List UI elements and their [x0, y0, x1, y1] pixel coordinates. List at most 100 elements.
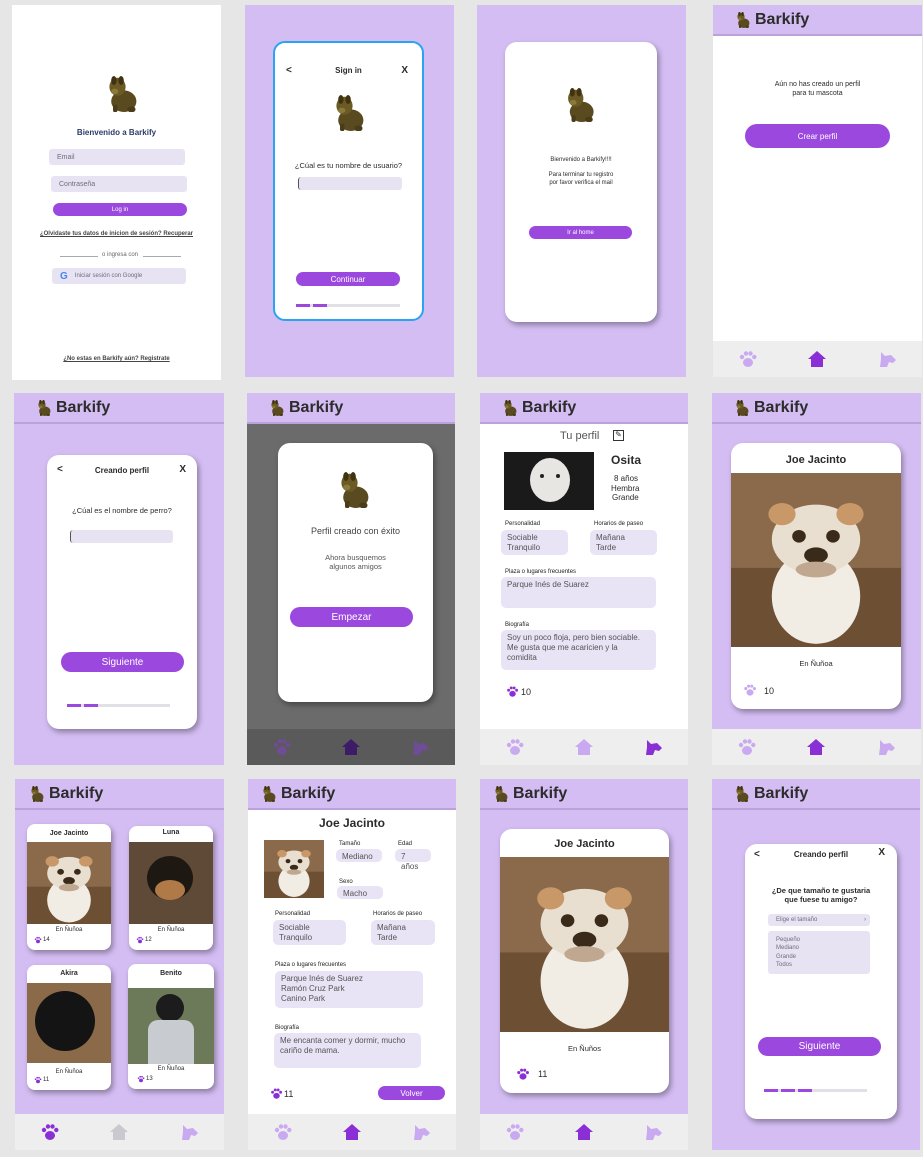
home-icon[interactable] [807, 349, 827, 369]
size-select[interactable]: Elige el tamaño › [768, 914, 870, 926]
success-line2: algunos amigos [329, 562, 382, 571]
app-header: Barkify [712, 393, 921, 424]
dog-name: Osita [611, 453, 642, 467]
dog-name-input[interactable] [70, 530, 173, 543]
size-title: Creando perfil [793, 850, 849, 859]
login-screen: Bienvenido a Barkify Email Contraseña Lo… [12, 5, 221, 380]
dog-photo [129, 842, 213, 924]
dog-photo [128, 988, 214, 1064]
walk-label: Horarios de paseo [373, 911, 423, 917]
google-login-button[interactable]: G Iniciar sesión con Google [52, 268, 186, 284]
dog-profile-icon[interactable] [411, 1122, 431, 1142]
dog-photo [731, 473, 901, 647]
dog-logo-icon [493, 785, 509, 803]
size-option[interactable]: Pequeño [776, 936, 800, 945]
register-link[interactable]: ¿No estas en Barkify aún? Registrate [12, 356, 221, 362]
bio-label: Biografía [275, 1025, 300, 1031]
dog-logo-icon [36, 399, 52, 417]
dog-profile-icon[interactable] [179, 1122, 199, 1142]
walk-pill: Mañana Tarde [371, 920, 435, 945]
dog-profile-icon[interactable] [643, 737, 663, 757]
friend-card[interactable]: Benito En Ñuñoa 13 [128, 964, 214, 1089]
verify-line2: Para terminar tu registro [548, 172, 614, 178]
bio-label: Biografía [505, 622, 530, 628]
dog-logo-icon [502, 399, 518, 417]
password-field[interactable]: Contraseña [51, 176, 187, 192]
username-input[interactable] [298, 177, 402, 190]
dog-profile-icon[interactable] [643, 1122, 663, 1142]
walk-label: Horarios de paseo [594, 521, 644, 527]
create-profile-button[interactable]: Crear perfil [745, 124, 890, 148]
size-option[interactable]: Todos [776, 961, 792, 970]
start-button[interactable]: Empezar [290, 607, 413, 627]
dog-sex: Hembra [611, 484, 640, 493]
paw-icon[interactable] [272, 737, 292, 757]
home-icon[interactable] [574, 1122, 594, 1142]
dog-photo [504, 452, 594, 510]
size-option[interactable]: Mediano [776, 944, 799, 953]
size-question-1: ¿De que tamaño te gustaria [771, 886, 871, 895]
paw-icon[interactable] [505, 1122, 525, 1142]
verify-welcome: Bienvenido a Barkify!!!! [550, 157, 612, 163]
match-location: En Ñuñoa [799, 659, 833, 668]
dog-logo-icon [331, 91, 367, 135]
personality-label: Personalidad [275, 911, 311, 917]
home-icon[interactable] [574, 737, 594, 757]
paw-count-icon [516, 1067, 530, 1081]
email-field[interactable]: Email [49, 149, 185, 165]
no-profile-line2: para tu mascota [792, 90, 843, 97]
match-location: En Ñuños [568, 1044, 601, 1053]
match-card[interactable]: Joe Jacinto En Ñuñoa 10 [731, 443, 901, 709]
go-home-button[interactable]: Ir al home [529, 226, 632, 239]
friend-card[interactable]: Joe Jacinto En Ñuñoa 14 [27, 824, 111, 950]
size-select-placeholder: Elige el tamaño [776, 917, 818, 923]
paw-count: 11 [284, 1089, 294, 1099]
signin-title: Sign in [335, 66, 362, 75]
age-pill: 7 años [395, 849, 431, 871]
next-button[interactable]: Siguiente [758, 1037, 881, 1056]
friend-card[interactable]: Luna En Ñuñoa 12 [129, 826, 213, 950]
paw-count-icon [270, 1087, 283, 1100]
walk-pill: Mañana Tarde [590, 530, 657, 555]
or-text: o ingresa con [102, 252, 139, 258]
divider-left [60, 256, 98, 257]
close-icon[interactable]: X [179, 464, 186, 475]
size-label: Tamaño [339, 841, 361, 847]
paw-icon[interactable] [273, 1122, 293, 1142]
edit-icon[interactable]: ✎ [613, 430, 624, 441]
home-icon[interactable] [342, 1122, 362, 1142]
match-card[interactable]: Joe Jacinto En Ñuños 11 [500, 829, 669, 1093]
paw-icon[interactable] [738, 349, 758, 369]
friend-card[interactable]: Akira En Ñuñoa 11 [27, 965, 111, 1090]
app-header: Barkify [480, 779, 688, 810]
dog-profile-icon[interactable] [876, 737, 896, 757]
dog-profile-icon[interactable] [877, 349, 897, 369]
bio-pill: Me encanta comer y dormir, mucho cariño d… [274, 1033, 421, 1068]
dog-logo-icon [734, 399, 750, 417]
home-icon[interactable] [806, 737, 826, 757]
home-icon[interactable] [341, 737, 361, 757]
paw-icon[interactable] [40, 1122, 60, 1142]
app-header: Barkify [712, 779, 920, 810]
dog-profile-icon[interactable] [410, 737, 430, 757]
create-title: Creando perfil [94, 466, 150, 475]
next-button[interactable]: Siguiente [61, 652, 184, 672]
continue-button[interactable]: Continuar [296, 272, 400, 286]
paw-icon[interactable] [737, 737, 757, 757]
brand-name: Barkify [513, 784, 568, 802]
paw-count-icon [137, 1075, 145, 1083]
paw-icon[interactable] [505, 737, 525, 757]
size-option[interactable]: Grande [776, 953, 796, 962]
home-icon[interactable] [109, 1122, 129, 1142]
places-label: Plaza o lugares frecuentes [505, 569, 577, 575]
back-button[interactable]: Volver [378, 1086, 445, 1100]
app-header: Barkify [15, 779, 224, 810]
brand-name: Barkify [755, 10, 810, 28]
login-button[interactable]: Log in [53, 203, 187, 216]
sex-pill: Macho [337, 886, 383, 899]
forgot-password-link[interactable]: ¿Olvidaste tus datos de inicion de sesió… [12, 231, 221, 237]
friend-name: Benito [160, 970, 182, 977]
close-icon[interactable]: X [401, 65, 408, 76]
close-icon[interactable]: X [878, 847, 885, 858]
places-pill: Parque Inés de Suarez Ramón Cruz Park Cani… [275, 971, 423, 1008]
